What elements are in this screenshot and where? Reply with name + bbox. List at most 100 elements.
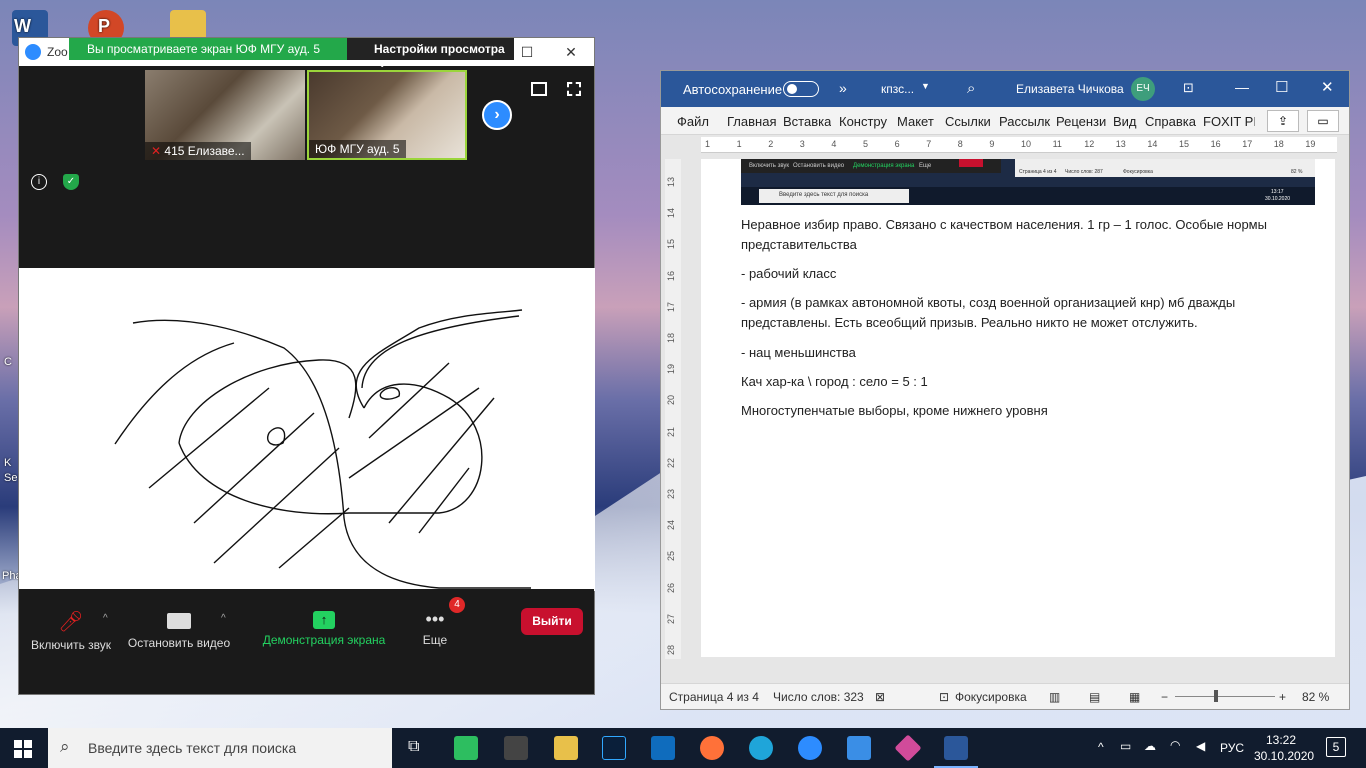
share-screen-button[interactable]: ↑ Демонстрация экрана [259, 609, 389, 647]
tab-references[interactable]: Ссылки [945, 114, 991, 129]
read-mode-icon[interactable]: ▥ [1049, 690, 1060, 704]
clock-time[interactable]: 13:22 [1266, 733, 1296, 747]
user-avatar[interactable]: ЕЧ [1131, 77, 1155, 101]
more-commands-icon[interactable]: » [839, 80, 847, 96]
wifi-icon[interactable]: ◠ [1170, 738, 1180, 752]
chevron-up-icon[interactable]: ^ [221, 613, 226, 624]
paragraph[interactable]: - нац меньшинства [741, 343, 1301, 363]
status-zoom[interactable]: 82 % [1302, 690, 1329, 704]
gem-app-icon[interactable] [894, 734, 922, 762]
leave-button[interactable]: Выйти [521, 608, 583, 635]
photoshop-icon[interactable] [602, 736, 626, 760]
comments-icon[interactable]: ▭ [1307, 110, 1339, 132]
next-page-button[interactable]: › [482, 100, 512, 130]
paragraph[interactable]: Кач хар-ка \ город : село = 5 : 1 [741, 372, 1301, 392]
tab-foxit[interactable]: FOXIT PI [1203, 114, 1255, 129]
zoom-slider-thumb[interactable] [1214, 690, 1218, 702]
search-icon[interactable]: ⌕ [967, 80, 975, 97]
participant-video[interactable]: ✕ 415 Елизаве... [145, 70, 305, 160]
zoom-taskbar-icon[interactable] [798, 736, 822, 760]
embedded-date: 30.10.2020 [1265, 196, 1291, 202]
document-name[interactable]: кпзс... [881, 82, 914, 96]
tab-help[interactable]: Справка [1145, 114, 1197, 129]
windows-start-icon[interactable] [14, 740, 32, 758]
autosave-toggle[interactable] [783, 81, 819, 97]
store-icon[interactable] [504, 736, 528, 760]
ribbon-display-icon[interactable]: ⊡ [1183, 80, 1194, 96]
word-taskbar-icon[interactable] [944, 736, 968, 760]
paragraph[interactable]: - армия (в рамках автономной квоты, созд… [741, 293, 1301, 333]
status-page[interactable]: Страница 4 из 4 [669, 690, 759, 704]
focus-icon[interactable]: ⊡ [939, 690, 949, 704]
task-view-icon[interactable]: ⧉ [408, 738, 419, 756]
tab-mailings[interactable]: Рассылк [999, 114, 1051, 129]
ruler-mark: 19 [1305, 139, 1316, 149]
more-label: Еще [422, 633, 448, 647]
evernote-icon[interactable] [454, 736, 478, 760]
view-settings-button[interactable]: Настройки просмотра ⌄ [347, 38, 514, 70]
status-word-count[interactable]: Число слов: 323 [773, 690, 864, 704]
desktop-label-k: K [4, 457, 12, 469]
network-icon[interactable]: ▭ [1120, 739, 1131, 753]
language-indicator[interactable]: РУС [1220, 741, 1244, 755]
zoom-slider[interactable] [1175, 696, 1275, 697]
outlook-icon[interactable] [651, 736, 675, 760]
firefox-icon[interactable] [700, 736, 724, 760]
security-shield-icon[interactable]: ✓ [63, 174, 79, 190]
tab-home[interactable]: Главная [727, 114, 776, 129]
tab-review[interactable]: Рецензи [1056, 114, 1106, 129]
autosave-label: Автосохранение [683, 82, 783, 97]
chevron-down-icon[interactable]: ▼ [921, 81, 930, 91]
vruler-mark: 18 [666, 332, 677, 344]
vruler-mark: 15 [666, 239, 677, 250]
taskbar-search-input[interactable]: ⌕ Введите здесь текст для поиска [48, 728, 392, 768]
tab-view[interactable]: Вид [1113, 114, 1137, 129]
more-button[interactable]: ••• Еще [415, 609, 455, 647]
notification-center-icon[interactable]: 5 [1326, 737, 1346, 757]
chevron-up-icon[interactable]: ^ [103, 613, 108, 624]
chevron-up-icon[interactable]: ^ [1098, 740, 1104, 754]
print-layout-icon[interactable]: ▤ [1089, 690, 1100, 704]
powerpoint-desktop-label: P [98, 16, 111, 36]
minimize-icon[interactable]: — [1235, 79, 1249, 95]
paragraph[interactable]: Многоступенчатые выборы, кроме нижнего у… [741, 401, 1301, 421]
document-page[interactable]: Включить звук Остановить видео Демонстра… [701, 159, 1335, 657]
embedded-screenshot: Включить звук Остановить видео Демонстра… [741, 159, 1315, 205]
share-icon[interactable]: ⇪ [1267, 110, 1299, 132]
paragraph[interactable]: - рабочий класс [741, 264, 1301, 284]
unmute-button[interactable]: 🎤︎ Включить звук [27, 609, 115, 652]
camera-icon [167, 613, 191, 629]
embedded-status-words: Число слов: 287 [1065, 169, 1103, 175]
vertical-ruler[interactable]: 13 14 15 16 17 18 19 20 21 22 23 24 25 26 27 28 [665, 159, 681, 659]
chevron-down-icon: ⌄ [378, 59, 387, 70]
tab-design[interactable]: Констру [839, 114, 889, 129]
embedded-status-page: Страница 4 из 4 [1019, 169, 1057, 175]
proofing-icon[interactable]: ⊠ [875, 690, 885, 704]
zoom-in-icon[interactable]: + [1279, 690, 1286, 704]
tab-layout[interactable]: Макет [897, 114, 934, 129]
stop-video-button[interactable]: Остановить видео [125, 609, 233, 650]
cloud-icon[interactable]: ☁ [1144, 739, 1156, 753]
info-icon[interactable]: i [31, 174, 47, 190]
maximize-icon[interactable]: ☐ [1275, 78, 1288, 96]
more-dots-icon: ••• [425, 609, 445, 629]
edge-icon[interactable] [749, 736, 773, 760]
more-badge: 4 [449, 597, 465, 613]
horizontal-ruler[interactable]: 1 1 2 3 4 5 6 7 8 9 10 11 12 13 14 15 16 17 18 19 [701, 137, 1337, 153]
close-icon[interactable]: ✕ [561, 42, 581, 62]
participant-video-active[interactable]: ЮФ МГУ ауд. 5 [307, 70, 467, 160]
volume-icon[interactable]: ◀ [1196, 739, 1205, 753]
close-icon[interactable]: ✕ [1321, 78, 1334, 96]
layout-toggle-icon[interactable] [531, 82, 547, 96]
phone-app-icon[interactable] [847, 736, 871, 760]
clock-date[interactable]: 30.10.2020 [1254, 749, 1314, 763]
status-focus[interactable]: Фокусировка [955, 690, 1027, 704]
maximize-icon[interactable]: ☐ [517, 42, 537, 62]
web-layout-icon[interactable]: ▦ [1129, 690, 1140, 704]
file-explorer-icon[interactable] [554, 736, 578, 760]
zoom-out-icon[interactable]: − [1161, 690, 1168, 704]
fullscreen-icon[interactable] [567, 82, 581, 96]
paragraph[interactable]: Неравное избир право. Связано с качество… [741, 215, 1301, 255]
tab-file[interactable]: Файл [677, 114, 709, 129]
tab-insert[interactable]: Вставка [783, 114, 831, 129]
